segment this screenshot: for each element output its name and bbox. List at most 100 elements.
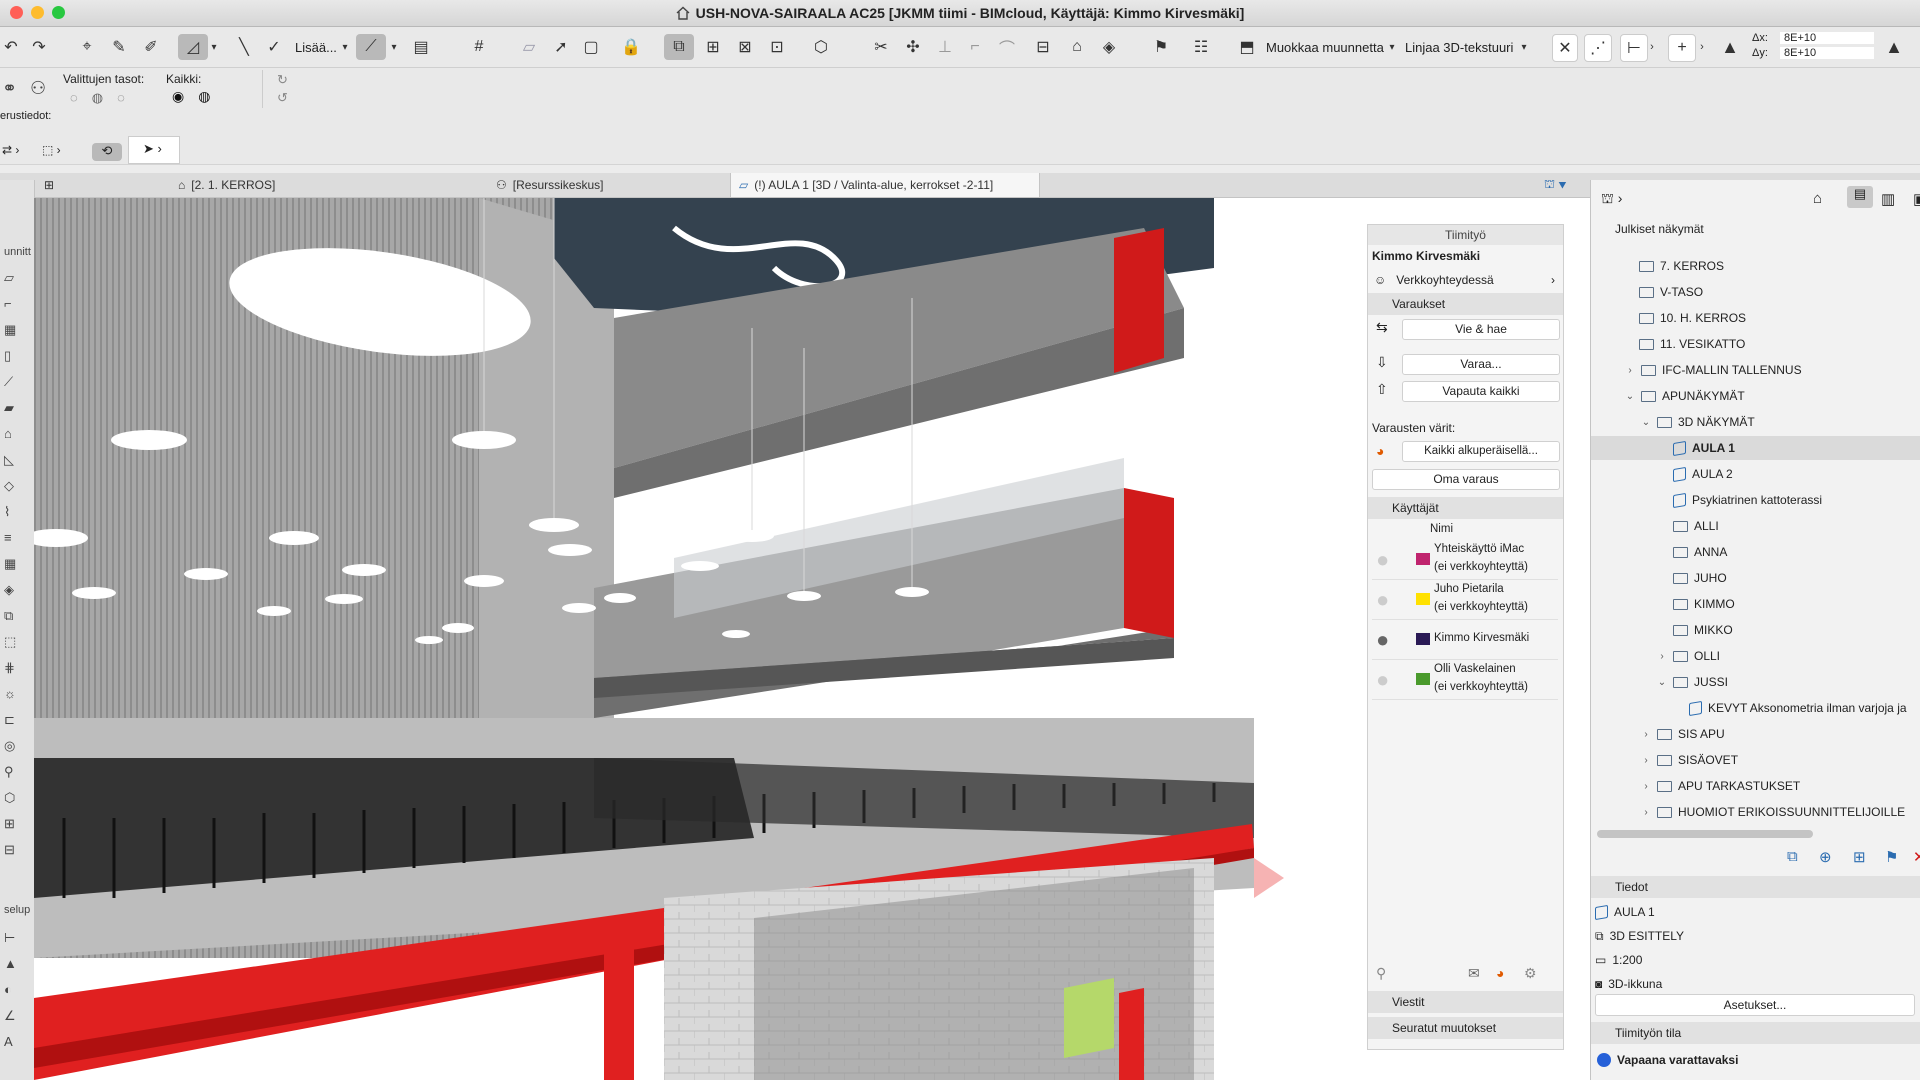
window-tool-icon[interactable]: ▦ xyxy=(4,322,26,340)
tree-item[interactable]: JUHO xyxy=(1673,566,1727,590)
level-tool-icon[interactable]: ▲ xyxy=(4,956,26,974)
railing-tool-icon[interactable]: ≡ xyxy=(4,530,26,548)
cube-tool-icon[interactable]: ⬡ xyxy=(4,790,26,808)
chevron-right-icon[interactable]: › xyxy=(1646,34,1658,60)
rotate-icon[interactable]: ⟲ xyxy=(92,143,122,161)
chevron-down-icon[interactable]: ▾ xyxy=(1518,34,1530,60)
redo-icon[interactable]: ↷ xyxy=(28,34,50,60)
cursor-icon[interactable]: ➚ xyxy=(548,34,574,60)
user-row[interactable]: ● Olli Vaskelainen (ei verkkoyhteyttä) xyxy=(1372,661,1558,700)
scale-icon[interactable]: ⊠ xyxy=(732,34,758,60)
check-icon[interactable]: ✓ xyxy=(262,34,286,60)
column-tool-icon[interactable]: ▯ xyxy=(4,348,26,366)
tree-item[interactable]: › SISÄOVET xyxy=(1641,748,1738,772)
tree-item[interactable]: ⌄ 3D NÄKYMÄT xyxy=(1641,410,1755,434)
chevron-down-icon[interactable]: ⌄ xyxy=(1641,417,1651,428)
tree-item[interactable]: V-TASO xyxy=(1639,280,1703,304)
tracked-changes-header[interactable]: Seuratut muutokset xyxy=(1368,1017,1563,1039)
roof-tool-icon[interactable]: ⌂ xyxy=(4,426,26,444)
close-window-button[interactable] xyxy=(10,6,23,19)
user-row[interactable]: ● Kimmo Kirvesmäki xyxy=(1372,621,1558,660)
line-tool-icon[interactable]: ╲ xyxy=(232,34,256,60)
slab-tool-icon[interactable]: ▰ xyxy=(4,400,26,418)
tile-windows-icon[interactable]: ⊞ xyxy=(36,173,70,197)
person-tool-icon[interactable]: ⚲ xyxy=(4,764,26,782)
minimize-window-button[interactable] xyxy=(31,6,44,19)
3d-viewport[interactable] xyxy=(34,198,1590,1080)
new-view-icon[interactable]: ⧉ xyxy=(1787,848,1798,865)
project-map-icon[interactable]: ⌂ xyxy=(1813,190,1822,207)
angle-tool-icon[interactable]: ∠ xyxy=(4,1008,26,1026)
door-tool-icon[interactable]: ⌐ xyxy=(4,296,26,314)
offset-icon[interactable]: ⌐ xyxy=(962,34,988,60)
lock-icon[interactable]: 🔒 xyxy=(618,34,644,60)
align-3d-texture-label[interactable]: Linjaa 3D-tekstuuri xyxy=(1405,40,1513,55)
horizontal-scrollbar[interactable] xyxy=(1597,830,1813,838)
shell-tool-icon[interactable]: ◺ xyxy=(4,452,26,470)
shape-icon[interactable]: ⬡ xyxy=(808,34,834,60)
tab-3d-view[interactable]: ▱ (!) AULA 1 [3D / Valinta-alue, kerroks… xyxy=(730,173,1040,197)
delta-y-field[interactable]: 8E+10 xyxy=(1780,47,1874,59)
own-reservation-button[interactable]: Oma varaus xyxy=(1372,469,1560,490)
grid-icon[interactable]: # xyxy=(466,34,492,60)
messages-header[interactable]: Viestit xyxy=(1368,991,1563,1013)
new-folder-icon[interactable]: ⊞ xyxy=(1853,848,1866,866)
align-icon[interactable]: ⊡ xyxy=(764,34,790,60)
selection-icon[interactable]: ⇄ › xyxy=(2,143,19,157)
modify-icon[interactable]: ⬒ xyxy=(1234,34,1260,60)
chevron-down-icon[interactable]: ▾ xyxy=(208,34,220,60)
disconnect-icon[interactable]: ⚲ xyxy=(1376,965,1386,982)
chevron-right-icon[interactable]: › xyxy=(1641,807,1651,818)
clone-view-icon[interactable]: ⊕ xyxy=(1819,848,1832,866)
arrow-tool-icon[interactable]: ➤ › xyxy=(128,136,180,164)
tree-item[interactable]: 10. H. KERROS xyxy=(1639,306,1746,330)
layout-book-icon[interactable]: ▥ xyxy=(1881,190,1895,208)
fillet-icon[interactable]: ⌒ xyxy=(994,34,1020,60)
measure-icon[interactable]: ⊞ xyxy=(700,34,726,60)
tree-item[interactable]: 7. KERROS xyxy=(1639,254,1724,278)
morph-tool-icon[interactable]: ◈ xyxy=(4,582,26,600)
chevron-right-icon[interactable]: › xyxy=(1641,781,1651,792)
chevron-right-icon[interactable]: › xyxy=(1625,365,1635,376)
send-receive-button[interactable]: Vie & hae xyxy=(1402,319,1560,340)
tree-item[interactable]: ANNA xyxy=(1673,540,1727,564)
marquee-icon[interactable]: ⬚ › xyxy=(42,143,61,157)
tree-item[interactable]: › HUOMIOT ERIKOISSUUNNITTELIJOILLE xyxy=(1641,800,1905,824)
explode-icon[interactable]: ✣ xyxy=(900,34,926,60)
teamwork-status-header[interactable]: Tiimityön tila xyxy=(1591,1022,1920,1044)
delete-icon[interactable]: ✕ xyxy=(1913,848,1920,866)
tree-item[interactable]: › IFC-MALLIN TALLENNUS xyxy=(1625,358,1801,382)
camera-tool-icon[interactable]: ◎ xyxy=(4,738,26,756)
color-wheel-icon[interactable]: ◕ xyxy=(1496,965,1504,981)
skylight-tool-icon[interactable]: ◇ xyxy=(4,478,26,496)
chevron-down-icon[interactable]: ▾ xyxy=(1386,34,1398,60)
add-label[interactable]: Lisää... xyxy=(295,40,337,55)
text-tool-icon[interactable]: A xyxy=(4,1034,26,1052)
layer-lock-icon[interactable]: ⚇ xyxy=(30,78,46,99)
zoom-window-button[interactable] xyxy=(52,6,65,19)
chevron-down-icon[interactable]: ▾ xyxy=(339,34,351,60)
view-map-icon[interactable]: ▤ xyxy=(1847,186,1873,208)
release-all-button[interactable]: Vapauta kaikki xyxy=(1402,381,1560,402)
dimension-icon[interactable]: ⊢ xyxy=(1620,34,1648,62)
navigator-popup-icon[interactable]: ⛫ › xyxy=(1601,190,1622,209)
grid-tool-icon[interactable]: ⊞ xyxy=(4,816,26,834)
name-column-header[interactable]: Nimi xyxy=(1368,523,1625,535)
list-icon[interactable]: ☷ xyxy=(1188,34,1214,60)
lamp-tool-icon[interactable]: ☼ xyxy=(4,686,26,704)
pick-up-icon[interactable]: ⌖ xyxy=(74,34,100,60)
eyedropper-icon[interactable]: ✎ xyxy=(106,34,132,60)
grid-snap-icon[interactable]: ▤ xyxy=(408,34,434,60)
tree-item[interactable]: KIMMO xyxy=(1673,592,1735,616)
delta-icon[interactable]: ▲ xyxy=(1882,34,1906,60)
guide-lines-icon[interactable]: ◿ xyxy=(178,34,208,60)
wall-tool-icon[interactable]: ▱ xyxy=(4,270,26,288)
tree-item[interactable]: ALLI xyxy=(1673,514,1719,538)
zone-tool-icon[interactable]: ⬚ xyxy=(4,634,26,652)
refresh-icon[interactable]: ↺ xyxy=(277,90,288,106)
object-tool-icon[interactable]: ⧉ xyxy=(4,608,26,626)
rectangle-select-icon[interactable]: ▢ xyxy=(578,34,604,60)
curtain-wall-tool-icon[interactable]: ▦ xyxy=(4,556,26,574)
delta-icon[interactable]: ▲ xyxy=(1718,34,1742,60)
stair-tool-icon[interactable]: ⌇ xyxy=(4,504,26,522)
